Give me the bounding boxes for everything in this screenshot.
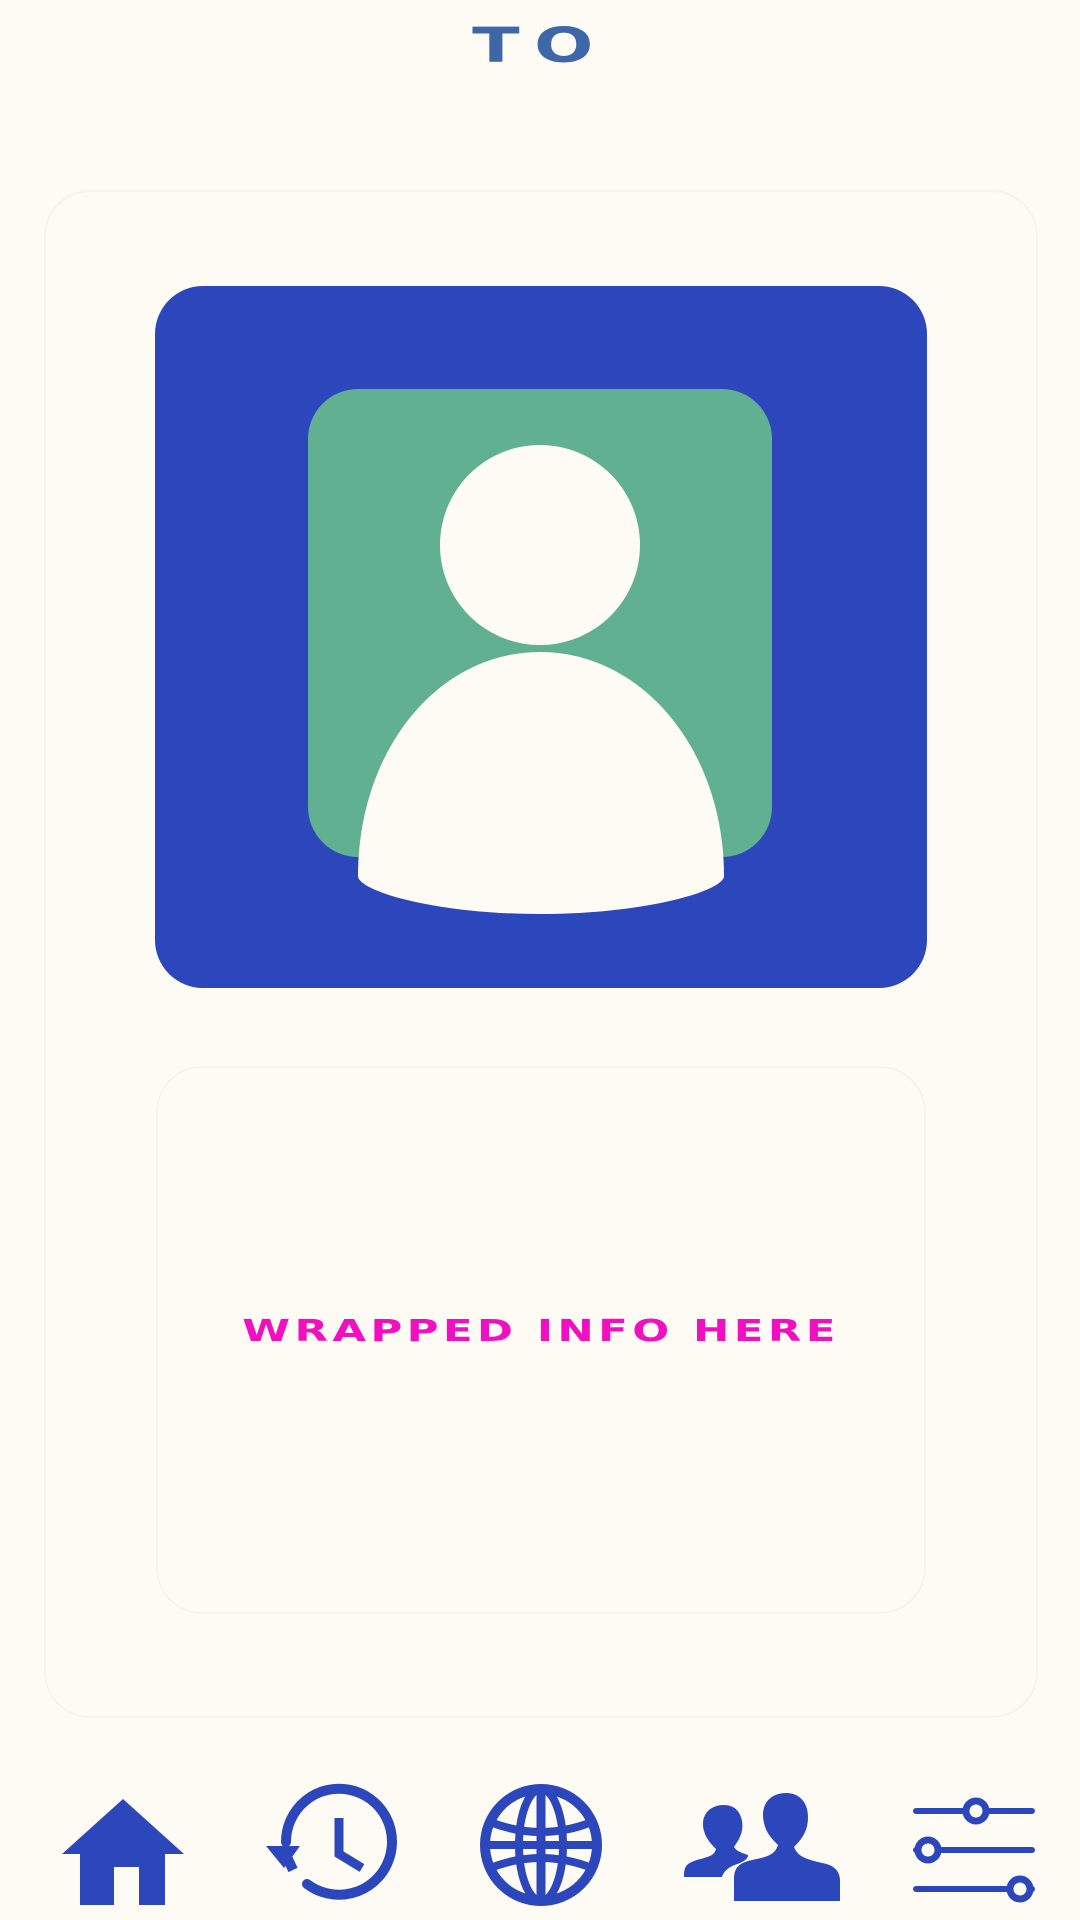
profile-screen: TO WRAPPED INFO HERE (0, 0, 1080, 1920)
user-silhouette-icon (308, 389, 772, 914)
info-text: WRAPPED INFO HERE (242, 1314, 840, 1349)
history-icon (266, 1783, 397, 1900)
home-icon (62, 1799, 184, 1905)
globe-icon (480, 1784, 602, 1906)
bottom-nav (0, 1780, 1080, 1920)
avatar-frame[interactable] (155, 286, 927, 988)
info-card: WRAPPED INFO HERE (156, 1066, 926, 1614)
sliders-icon (913, 1797, 1035, 1903)
nav-history-button[interactable] (262, 1780, 402, 1910)
nav-contacts-button[interactable] (680, 1780, 840, 1910)
page-title: TO (472, 18, 608, 74)
nav-globe-button[interactable] (478, 1780, 604, 1910)
contacts-icon (684, 1793, 840, 1901)
nav-settings-button[interactable] (910, 1780, 1036, 1910)
nav-home-button[interactable] (56, 1780, 190, 1910)
